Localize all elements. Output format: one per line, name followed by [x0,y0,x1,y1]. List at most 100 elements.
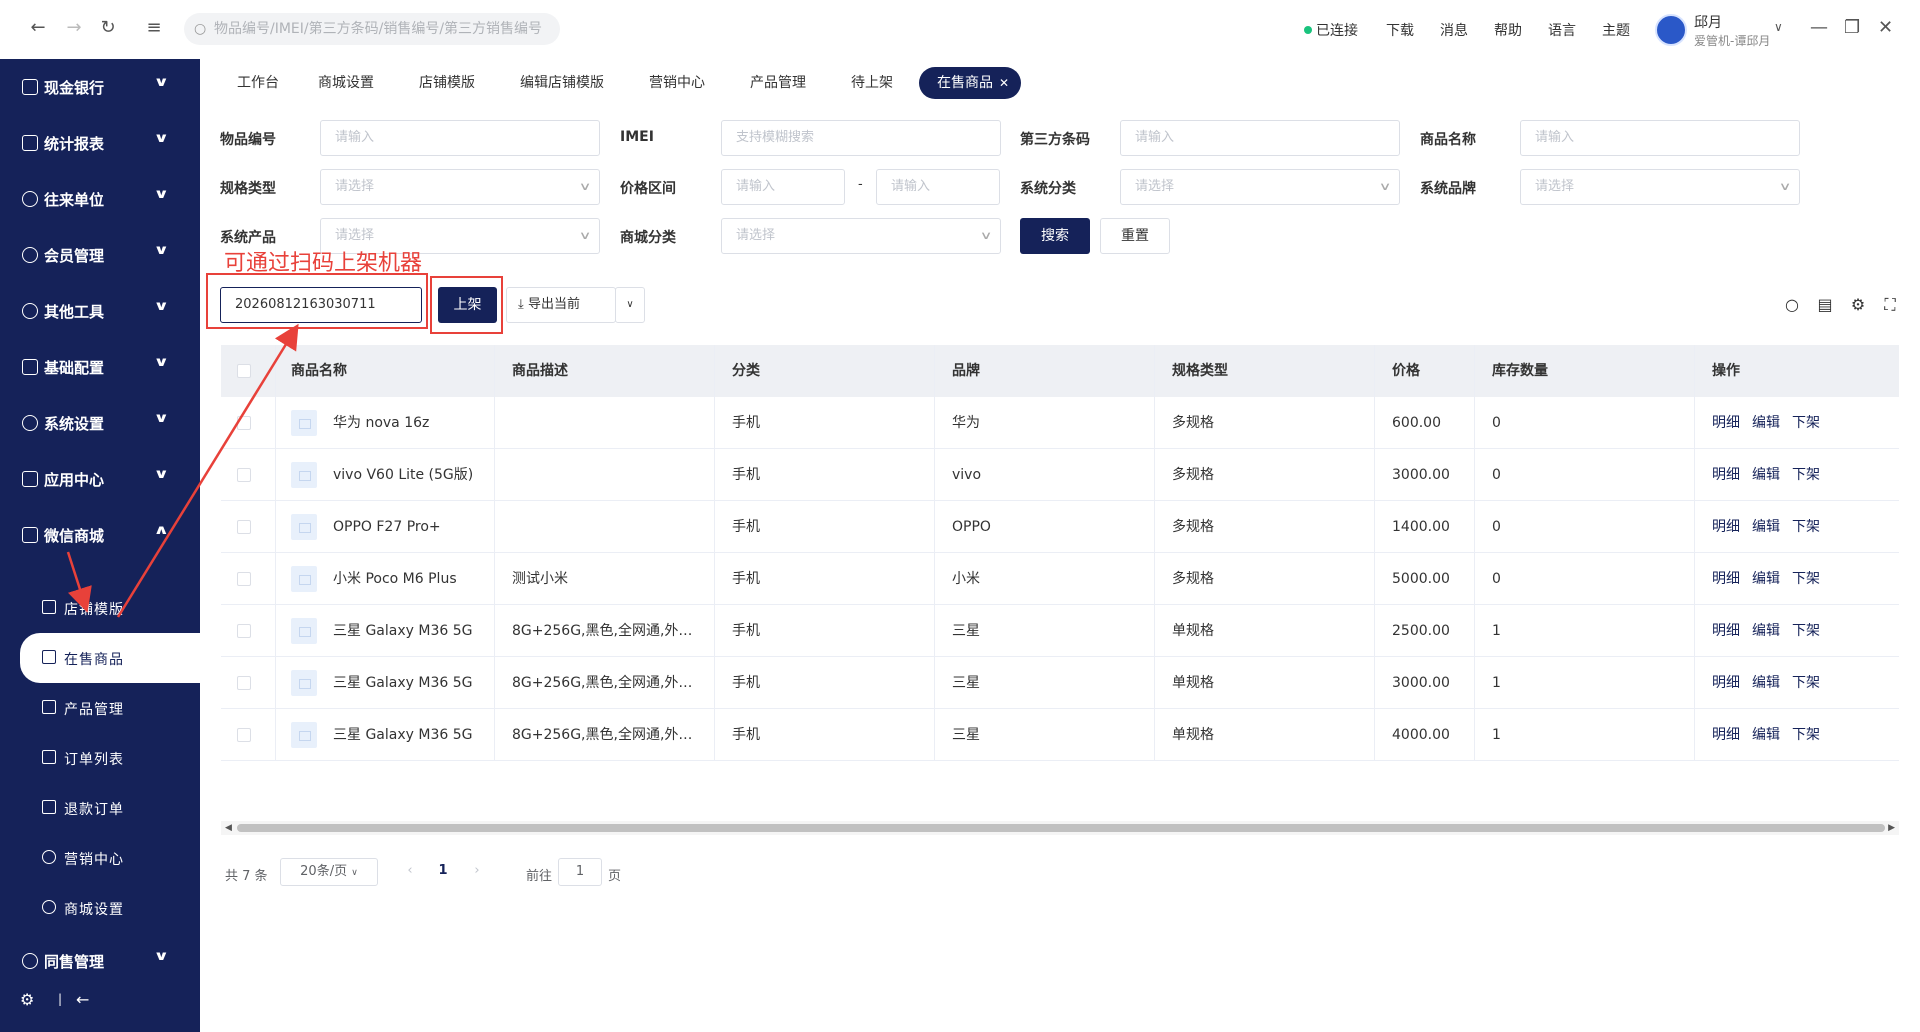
row-checkbox[interactable] [237,676,251,690]
collapse-sidebar-icon[interactable]: ← [76,990,89,1009]
imei-input[interactable]: 支持模糊搜索 [721,120,1001,156]
detail-link[interactable]: 明细 [1712,553,1740,605]
detail-link[interactable]: 明细 [1712,397,1740,449]
gear-icon[interactable]: ⚙ [1848,295,1868,315]
table-row[interactable]: 华为 nova 16z 手机 华为 多规格 600.00 0 明细 编辑 下架 [221,397,1899,449]
unshelve-link[interactable]: 下架 [1792,449,1820,501]
scroll-left-icon[interactable]: ◀ [225,821,232,835]
submenu-refunds[interactable]: 退款订单 [20,783,200,833]
tab-shop-template[interactable]: 店铺模版 [419,67,475,99]
submenu-orders[interactable]: 订单列表 [20,733,200,783]
messages-link[interactable]: 消息 [1440,20,1468,40]
table-row[interactable]: 三星 Galaxy M36 5G 8G+256G,黑色,全网通,外版... 手机 三星… [221,605,1899,657]
shelve-button[interactable]: 上架 [438,287,497,323]
export-dropdown-button[interactable]: ∨ [615,287,645,323]
detail-link[interactable]: 明细 [1712,501,1740,553]
avatar[interactable] [1655,14,1687,46]
tab-mall-settings[interactable]: 商城设置 [318,67,374,99]
barcode-input[interactable]: 请输入 [1120,120,1400,156]
horizontal-scrollbar[interactable]: ◀ ▶ [221,821,1899,835]
detail-link[interactable]: 明细 [1712,709,1740,761]
table-row[interactable]: vivo V60 Lite (5G版) 手机 vivo 多规格 3000.00 0 明细 编辑… [221,449,1899,501]
submenu-shop-template[interactable]: 店铺模版 [20,583,200,633]
download-link[interactable]: 下载 [1386,20,1414,40]
user-dropdown-icon[interactable]: ∨ [1774,20,1783,34]
system-brand-select[interactable]: 请选择 ∨ [1520,169,1800,205]
edit-link[interactable]: 编辑 [1752,449,1780,501]
detail-link[interactable]: 明细 [1712,605,1740,657]
menu-system-settings[interactable]: 系统设置 ∨ [0,397,200,453]
submenu-mall-settings[interactable]: 商城设置 [20,883,200,933]
scrollbar-thumb[interactable] [237,824,1885,832]
unshelve-link[interactable]: 下架 [1792,501,1820,553]
menu-reports[interactable]: 统计报表 ∨ [0,117,200,173]
minimize-icon[interactable]: — [1810,17,1828,38]
system-category-select[interactable]: 请选择 ∨ [1120,169,1400,205]
price-min-input[interactable]: 请输入 [721,169,845,205]
close-window-icon[interactable]: ✕ [1878,17,1893,38]
unshelve-link[interactable]: 下架 [1792,605,1820,657]
row-checkbox[interactable] [237,572,251,586]
tab-workbench[interactable]: 工作台 [237,67,279,99]
row-checkbox[interactable] [237,520,251,534]
menu-app-center[interactable]: 应用中心 ∨ [0,453,200,509]
edit-link[interactable]: 编辑 [1752,605,1780,657]
refresh-icon[interactable]: ↻ [98,18,118,38]
mall-category-select[interactable]: 请选择 ∨ [721,218,1001,254]
select-all-checkbox[interactable] [237,364,251,378]
theme-link[interactable]: 主题 [1602,20,1630,40]
edit-link[interactable]: 编辑 [1752,709,1780,761]
scroll-right-icon[interactable]: ▶ [1888,821,1895,835]
price-max-input[interactable]: 请输入 [876,169,1000,205]
page-number-current[interactable]: 1 [428,858,458,886]
tab-products[interactable]: 产品管理 [750,67,806,99]
edit-link[interactable]: 编辑 [1752,553,1780,605]
gear-icon[interactable]: ⚙ [20,990,34,1009]
table-row[interactable]: 三星 Galaxy M36 5G 8G+256G,黑色,全网通,外版... 手机 三星… [221,709,1899,761]
fullscreen-icon[interactable]: ⛶ [1880,295,1900,315]
row-checkbox[interactable] [237,468,251,482]
menu-wechat-mall[interactable]: 微信商城 ∧ [0,509,200,565]
unshelve-link[interactable]: 下架 [1792,709,1820,761]
prev-page-icon[interactable]: ‹ [395,858,425,886]
user-name[interactable]: 邱月 [1694,12,1722,32]
back-icon[interactable]: ← [28,18,48,38]
page-size-select[interactable]: 20条/页 ∨ [280,858,378,886]
menu-partners[interactable]: 往来单位 ∨ [0,173,200,229]
product-name-input[interactable]: 请输入 [1520,120,1800,156]
search-button[interactable]: 搜索 [1020,218,1090,254]
maximize-icon[interactable]: ❐ [1844,17,1860,38]
tab-on-sale[interactable]: 在售商品 ✕ [919,67,1021,99]
tab-marketing[interactable]: 营销中心 [649,67,705,99]
submenu-products[interactable]: 产品管理 [20,683,200,733]
close-tab-icon[interactable]: ✕ [999,67,1009,99]
scan-code-input[interactable]: 20260812163030711 [220,287,422,323]
goto-page-input[interactable]: 1 [558,858,602,886]
table-row[interactable]: 三星 Galaxy M36 5G 8G+256G,黑色,全网通,外版... 手机 三星… [221,657,1899,709]
detail-link[interactable]: 明细 [1712,657,1740,709]
search-icon[interactable]: ○ [1782,295,1802,315]
row-checkbox[interactable] [237,728,251,742]
language-link[interactable]: 语言 [1548,20,1576,40]
help-link[interactable]: 帮助 [1494,20,1522,40]
item-no-input[interactable]: 请输入 [320,120,600,156]
edit-link[interactable]: 编辑 [1752,397,1780,449]
unshelve-link[interactable]: 下架 [1792,657,1820,709]
submenu-marketing[interactable]: 营销中心 [20,833,200,883]
reset-button[interactable]: 重置 [1100,218,1170,254]
unshelve-link[interactable]: 下架 [1792,553,1820,605]
spec-type-select[interactable]: 请选择 ∨ [320,169,600,205]
menu-tools[interactable]: 其他工具 ∨ [0,285,200,341]
table-row[interactable]: 小米 Poco M6 Plus 测试小米 手机 小米 多规格 5000.00 0 明细 编辑 下架 [221,553,1899,605]
export-button[interactable]: ⤓ 导出当前 [506,287,616,323]
menu-cash-bank[interactable]: 现金银行 ∨ [0,61,200,117]
edit-link[interactable]: 编辑 [1752,501,1780,553]
row-checkbox[interactable] [237,416,251,430]
columns-icon[interactable]: ▤ [1815,295,1835,315]
forward-icon[interactable]: → [64,18,84,38]
unshelve-link[interactable]: 下架 [1792,397,1820,449]
detail-link[interactable]: 明细 [1712,449,1740,501]
row-checkbox[interactable] [237,624,251,638]
global-search-input[interactable]: ○ 物品编号/IMEI/第三方条码/销售编号/第三方销售编号 [184,13,560,45]
menu-members[interactable]: 会员管理 ∨ [0,229,200,285]
